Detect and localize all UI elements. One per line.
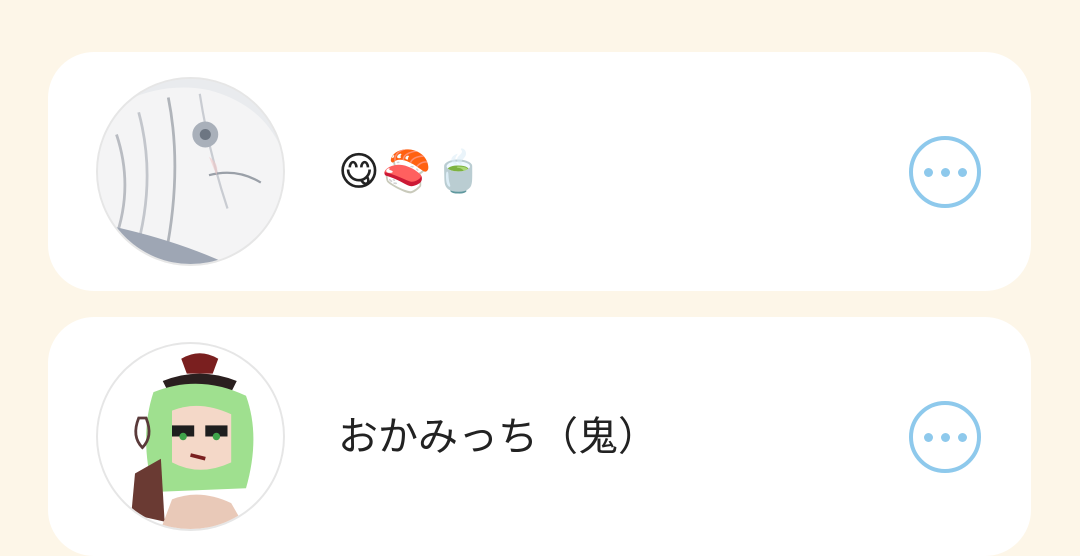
more-options-icon[interactable] bbox=[909, 401, 981, 473]
contact-card[interactable]: 😋🍣🍵 bbox=[48, 52, 1031, 291]
avatar[interactable] bbox=[96, 342, 285, 531]
more-options-icon[interactable] bbox=[909, 136, 981, 208]
avatar[interactable] bbox=[96, 77, 285, 266]
dot bbox=[923, 167, 933, 177]
dot bbox=[940, 167, 950, 177]
contact-name: 😋🍣🍵 bbox=[338, 149, 486, 195]
avatar-white-haired-image bbox=[98, 79, 283, 264]
dot bbox=[940, 432, 950, 442]
dot bbox=[957, 167, 967, 177]
dot bbox=[957, 432, 967, 442]
contact-name: おかみっち（鬼） bbox=[338, 414, 658, 460]
dot bbox=[923, 432, 933, 442]
avatar-green-haired-image bbox=[98, 344, 283, 529]
contact-card[interactable]: おかみっち（鬼） bbox=[48, 317, 1031, 556]
